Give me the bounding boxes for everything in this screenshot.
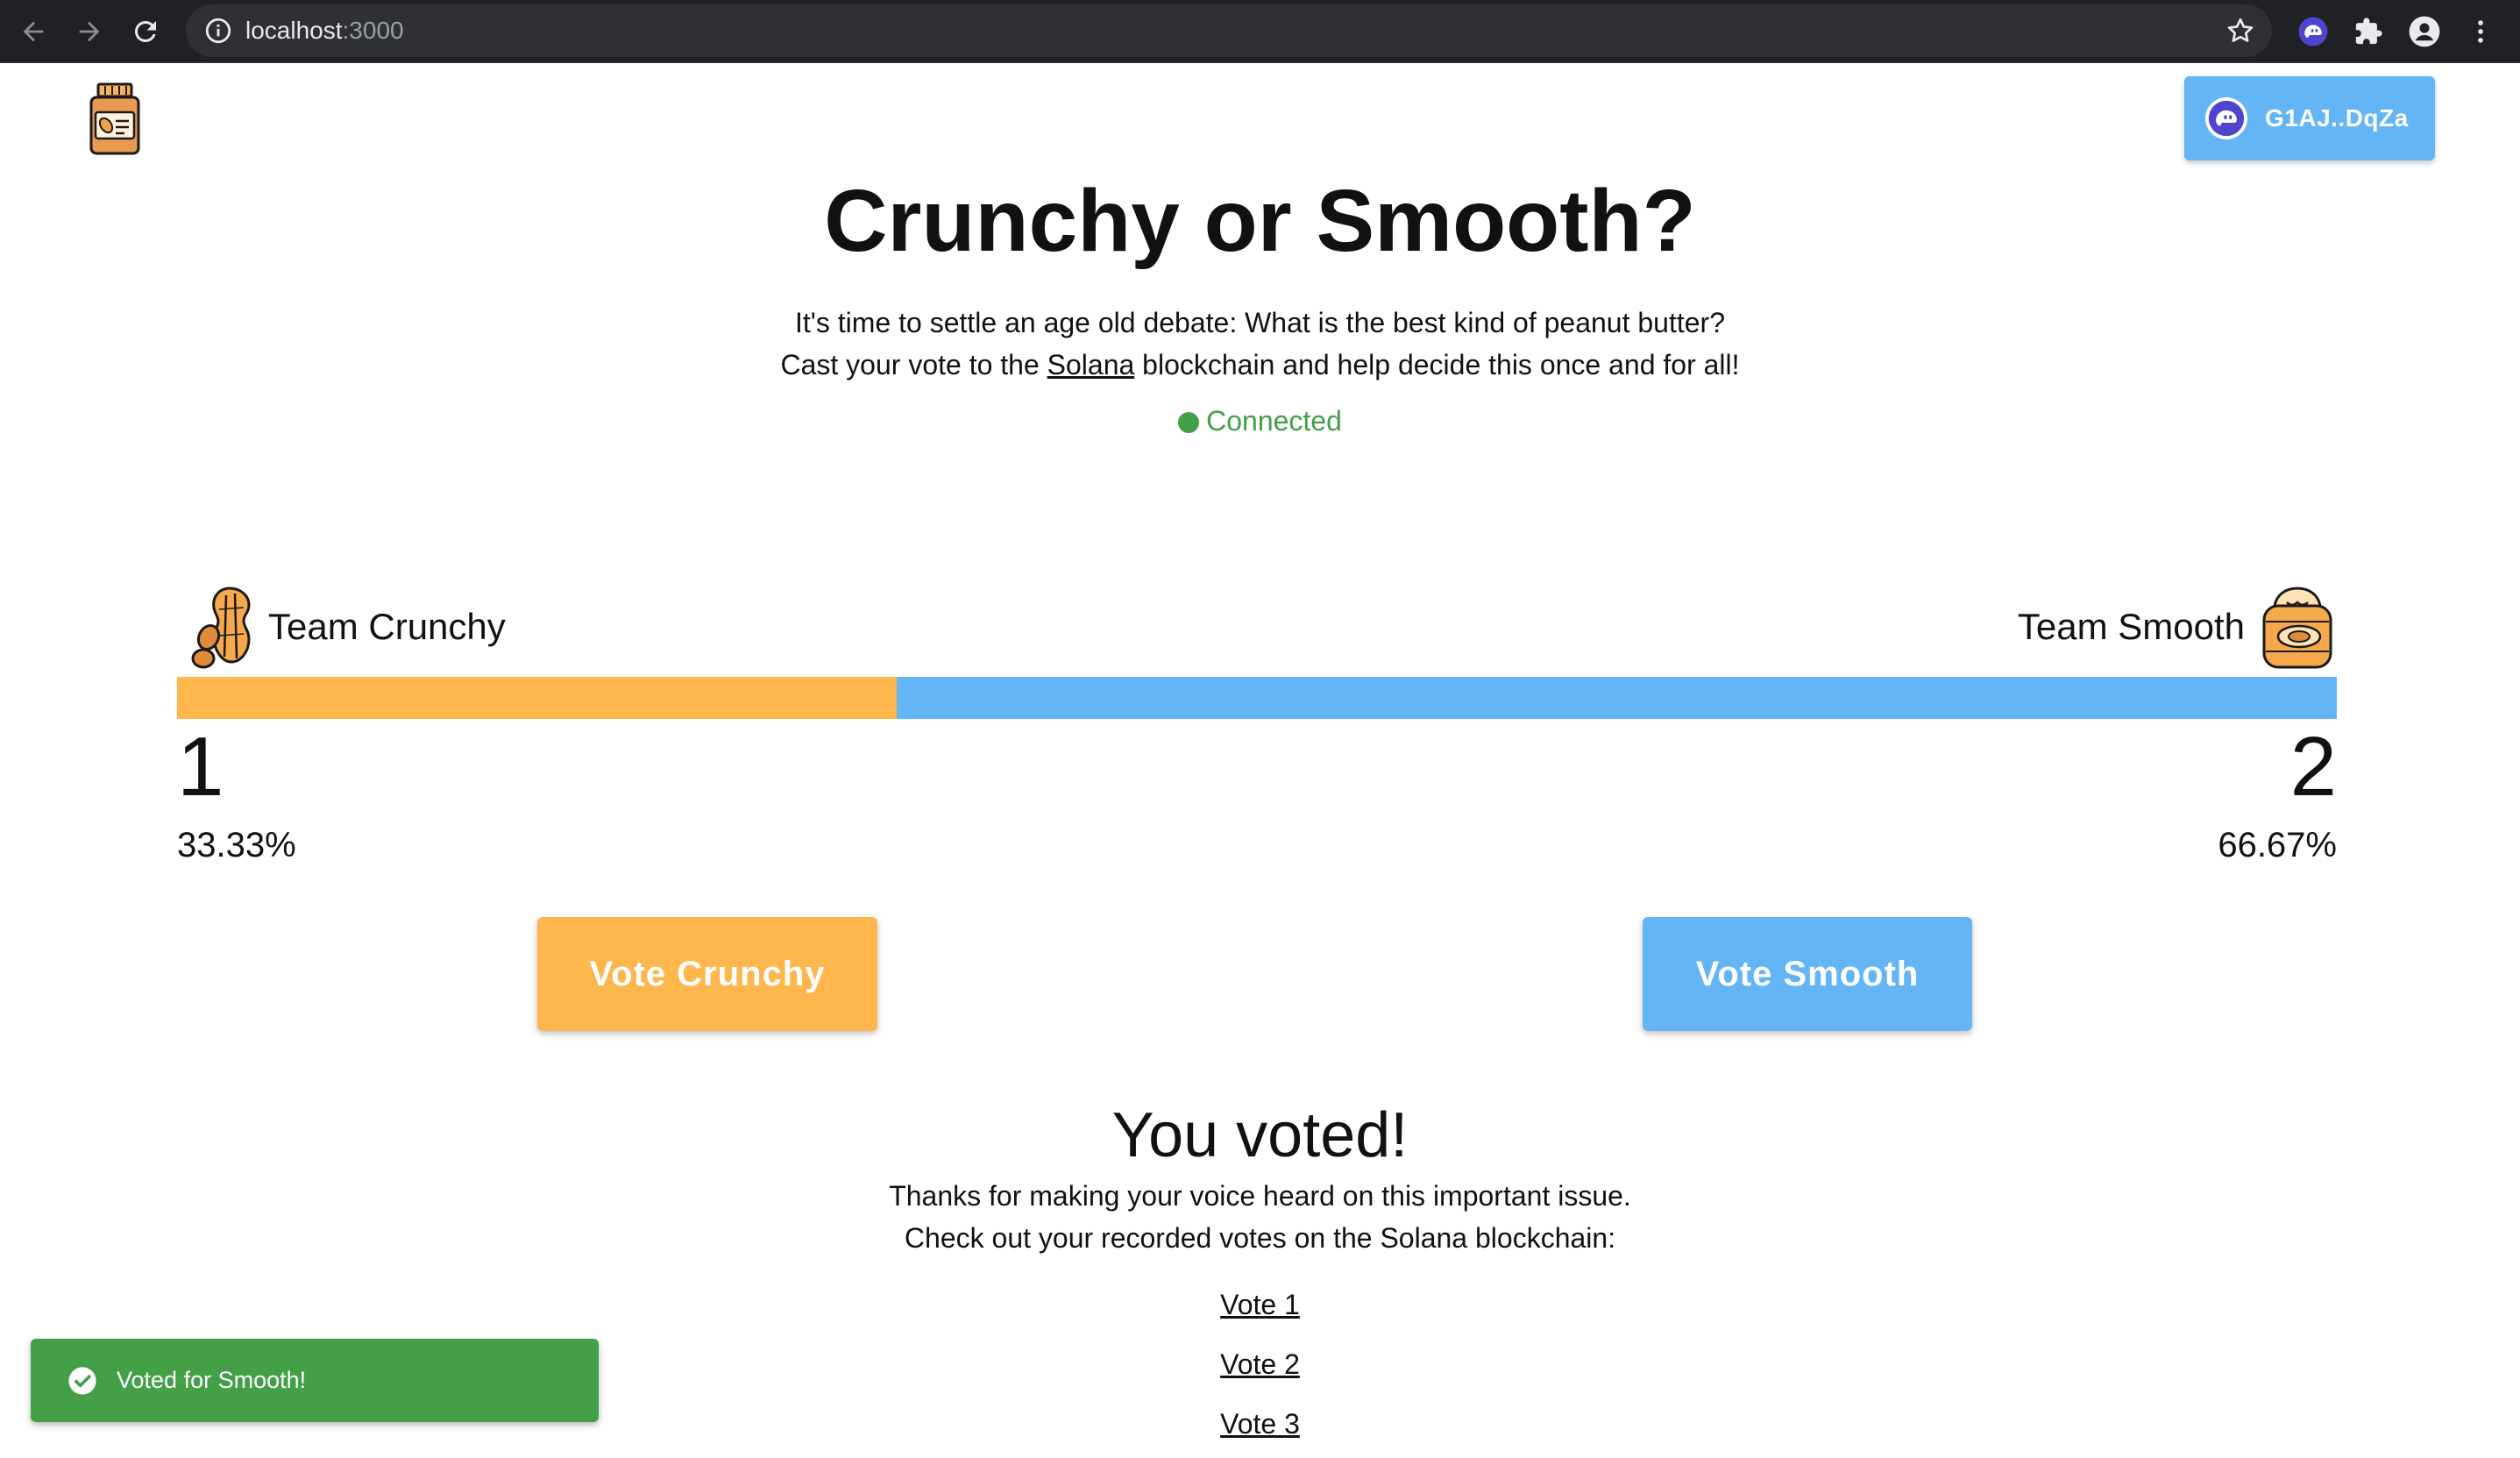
profile-avatar-icon — [2409, 16, 2440, 47]
phantom-wallet-icon — [2205, 97, 2247, 139]
wallet-address-label: G1AJ..DqZa — [2265, 104, 2409, 132]
team-smooth-label: Team Smooth — [2017, 606, 2245, 647]
voted-thanks-text: Thanks for making your voice heard on th… — [889, 1180, 1631, 1212]
vote-2-link[interactable]: Vote 2 — [1220, 1348, 1300, 1380]
intro-line-1: It's time to settle an age old debate: W… — [795, 307, 1725, 338]
intro-line-2: Cast your vote to the Solana blockchain … — [0, 347, 2520, 382]
team-smooth-header: Team Smooth — [2018, 579, 2338, 675]
reload-icon — [134, 20, 156, 42]
check-circle-icon — [68, 1366, 96, 1395]
more-vertical-icon — [2478, 20, 2483, 43]
back-arrow-icon — [23, 21, 44, 42]
vote-3-link[interactable]: Vote 3 — [1220, 1408, 1300, 1440]
smooth-vote-count: 2 — [2289, 720, 2337, 814]
address-bar[interactable]: localhost:3000 — [186, 4, 2272, 57]
peanut-icon — [191, 587, 251, 669]
crunchy-share-fill — [177, 677, 898, 719]
reload-button[interactable] — [126, 12, 165, 51]
status-dot-icon — [1178, 412, 1200, 433]
smooth-jar-icon — [2262, 587, 2332, 669]
extensions-button[interactable] — [2349, 12, 2388, 51]
browser-menu-button[interactable] — [2461, 12, 2500, 51]
bookmark-star-icon[interactable] — [2225, 15, 2256, 46]
vote-link-item: Vote 1 — [0, 1287, 2520, 1322]
voted-records-text: Check out your recorded votes on the Sol… — [904, 1222, 1616, 1254]
phantom-extension-button[interactable] — [2294, 12, 2332, 51]
url-host: localhost — [245, 17, 343, 44]
back-button[interactable] — [14, 12, 53, 51]
crunchy-vote-percent: 33.33% — [177, 826, 296, 864]
wallet-button[interactable]: G1AJ..DqZa — [2184, 76, 2435, 160]
crunchy-vote-count: 1 — [177, 720, 224, 814]
forward-button[interactable] — [70, 12, 109, 51]
intro-text-after: blockchain and help decide this once and… — [1134, 349, 1740, 381]
vote-smooth-button[interactable]: Vote Smooth — [1643, 917, 1972, 1031]
browser-toolbar: localhost:3000 — [0, 0, 2520, 63]
toast-message: Voted for Smooth! — [117, 1367, 307, 1393]
team-crunchy-label: Team Crunchy — [268, 606, 506, 647]
vote-1-link[interactable]: Vote 1 — [1220, 1289, 1300, 1320]
success-toast[interactable]: Voted for Smooth! — [31, 1339, 599, 1422]
forward-arrow-icon — [79, 21, 100, 42]
smooth-vote-percent: 66.67% — [2218, 826, 2337, 864]
connection-status: Connected — [0, 403, 2520, 438]
voted-heading: You voted! — [1111, 1100, 1409, 1170]
puzzle-icon — [2355, 18, 2382, 45]
team-crunchy-header: Team Crunchy — [184, 579, 506, 675]
peanut-butter-jar-logo-icon[interactable] — [88, 82, 142, 156]
url-text[interactable]: localhost:3000 — [245, 17, 404, 45]
smooth-share-fill — [897, 677, 2337, 719]
vote-share-bar — [177, 677, 2337, 719]
solana-link[interactable]: Solana — [1047, 349, 1135, 381]
page-title: Crunchy or Smooth? — [824, 172, 1696, 270]
intro-text-before: Cast your vote to the — [780, 349, 1047, 381]
site-info-icon[interactable] — [203, 16, 233, 46]
profile-button[interactable] — [2405, 12, 2444, 51]
url-port: :3000 — [342, 17, 404, 44]
phantom-ghost-icon — [2298, 17, 2328, 46]
vote-crunchy-button[interactable]: Vote Crunchy — [537, 917, 877, 1031]
connection-status-label: Connected — [1206, 405, 1342, 437]
